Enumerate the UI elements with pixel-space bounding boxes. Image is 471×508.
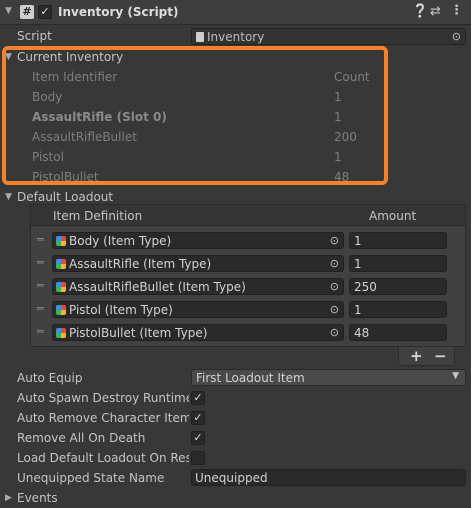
item-definition-header: Item Definition (53, 209, 143, 223)
amount-value: 1 (354, 303, 362, 317)
object-picker-icon[interactable]: ⊙ (330, 303, 339, 316)
load-default-checkbox[interactable] (191, 451, 205, 465)
auto-equip-dropdown[interactable]: First Loadout Item ▼ (191, 369, 466, 386)
item-definition-value: Pistol (Item Type) (69, 303, 173, 317)
object-picker-icon[interactable]: ⊙ (330, 326, 339, 339)
item-definition-field[interactable]: AssaultRifleBullet (Item Type) ⊙ (52, 278, 344, 295)
events-fold-icon[interactable]: ▶ (5, 493, 12, 503)
item-definition-field[interactable]: AssaultRifle (Item Type) ⊙ (52, 255, 344, 272)
amount-field[interactable]: 250 (349, 278, 447, 295)
item-type-icon (56, 305, 66, 315)
auto-spawn-label: Auto Spawn Destroy Runtime C (17, 391, 189, 405)
script-hash-icon: # (20, 5, 34, 19)
script-field[interactable]: Inventory ⊙ (191, 28, 466, 45)
amount-value: 48 (354, 326, 370, 340)
auto-remove-label: Auto Remove Character Items (17, 411, 189, 425)
unequipped-state-value: Unequipped (195, 471, 268, 485)
amount-field[interactable]: 1 (349, 301, 447, 318)
script-label: Script (17, 29, 52, 43)
drag-handle-icon[interactable]: ═ (37, 233, 44, 246)
default-loadout-label[interactable]: Default Loadout (17, 190, 113, 204)
item-type-icon (56, 282, 66, 292)
amount-value: 1 (354, 234, 362, 248)
auto-equip-value: First Loadout Item (196, 371, 305, 385)
add-item-button[interactable]: + (410, 347, 423, 365)
collapse-arrow-icon[interactable]: ▼ (5, 6, 12, 16)
amount-header: Amount (369, 209, 417, 223)
remove-all-checkbox[interactable]: ✓ (191, 431, 205, 445)
current-inventory-highlight (2, 46, 388, 185)
unequipped-state-field[interactable]: Unequipped (191, 469, 466, 486)
default-loadout-fold-icon[interactable]: ▼ (5, 192, 12, 202)
item-type-icon (56, 259, 66, 269)
amount-value: 250 (354, 280, 377, 294)
help-icon[interactable]: ❔ (412, 4, 428, 19)
object-picker-icon[interactable]: ⊙ (452, 30, 461, 43)
events-label[interactable]: Events (17, 491, 58, 505)
script-value: Inventory (207, 30, 265, 44)
script-file-icon (196, 32, 204, 42)
drag-handle-icon[interactable]: ═ (37, 325, 44, 338)
item-type-icon (56, 236, 66, 246)
auto-equip-label: Auto Equip (17, 371, 83, 385)
amount-field[interactable]: 1 (349, 255, 447, 272)
auto-spawn-checkbox[interactable]: ✓ (191, 391, 205, 405)
object-picker-icon[interactable]: ⊙ (330, 280, 339, 293)
load-default-label: Load Default Loadout On Resp (17, 451, 189, 465)
more-options-icon[interactable]: ⋮ (450, 3, 463, 18)
unequipped-state-label: Unequipped State Name (17, 471, 165, 485)
item-definition-value: AssaultRifleBullet (Item Type) (69, 280, 246, 294)
item-definition-value: PistolBullet (Item Type) (69, 326, 208, 340)
presets-icon[interactable]: ⇄ (430, 4, 441, 19)
drag-handle-icon[interactable]: ═ (37, 256, 44, 269)
remove-item-button[interactable]: − (434, 347, 447, 365)
item-definition-field[interactable]: PistolBullet (Item Type) ⊙ (52, 324, 344, 341)
remove-all-label: Remove All On Death (17, 431, 146, 445)
item-definition-value: Body (Item Type) (69, 234, 172, 248)
auto-remove-checkbox[interactable]: ✓ (191, 411, 205, 425)
amount-field[interactable]: 48 (349, 324, 447, 341)
component-title: Inventory (Script) (58, 5, 179, 19)
item-definition-value: AssaultRifle (Item Type) (69, 257, 212, 271)
amount-field[interactable]: 1 (349, 232, 447, 249)
item-definition-field[interactable]: Body (Item Type) ⊙ (52, 232, 344, 249)
drag-handle-icon[interactable]: ═ (37, 302, 44, 315)
object-picker-icon[interactable]: ⊙ (330, 257, 339, 270)
component-enabled-checkbox[interactable]: ✓ (38, 5, 52, 19)
dropdown-arrow-icon: ▼ (452, 371, 459, 381)
item-type-icon (56, 328, 66, 338)
amount-value: 1 (354, 257, 362, 271)
list-footer: + − (398, 347, 455, 366)
object-picker-icon[interactable]: ⊙ (330, 234, 339, 247)
item-definition-field[interactable]: Pistol (Item Type) ⊙ (52, 301, 344, 318)
drag-handle-icon[interactable]: ═ (37, 279, 44, 292)
